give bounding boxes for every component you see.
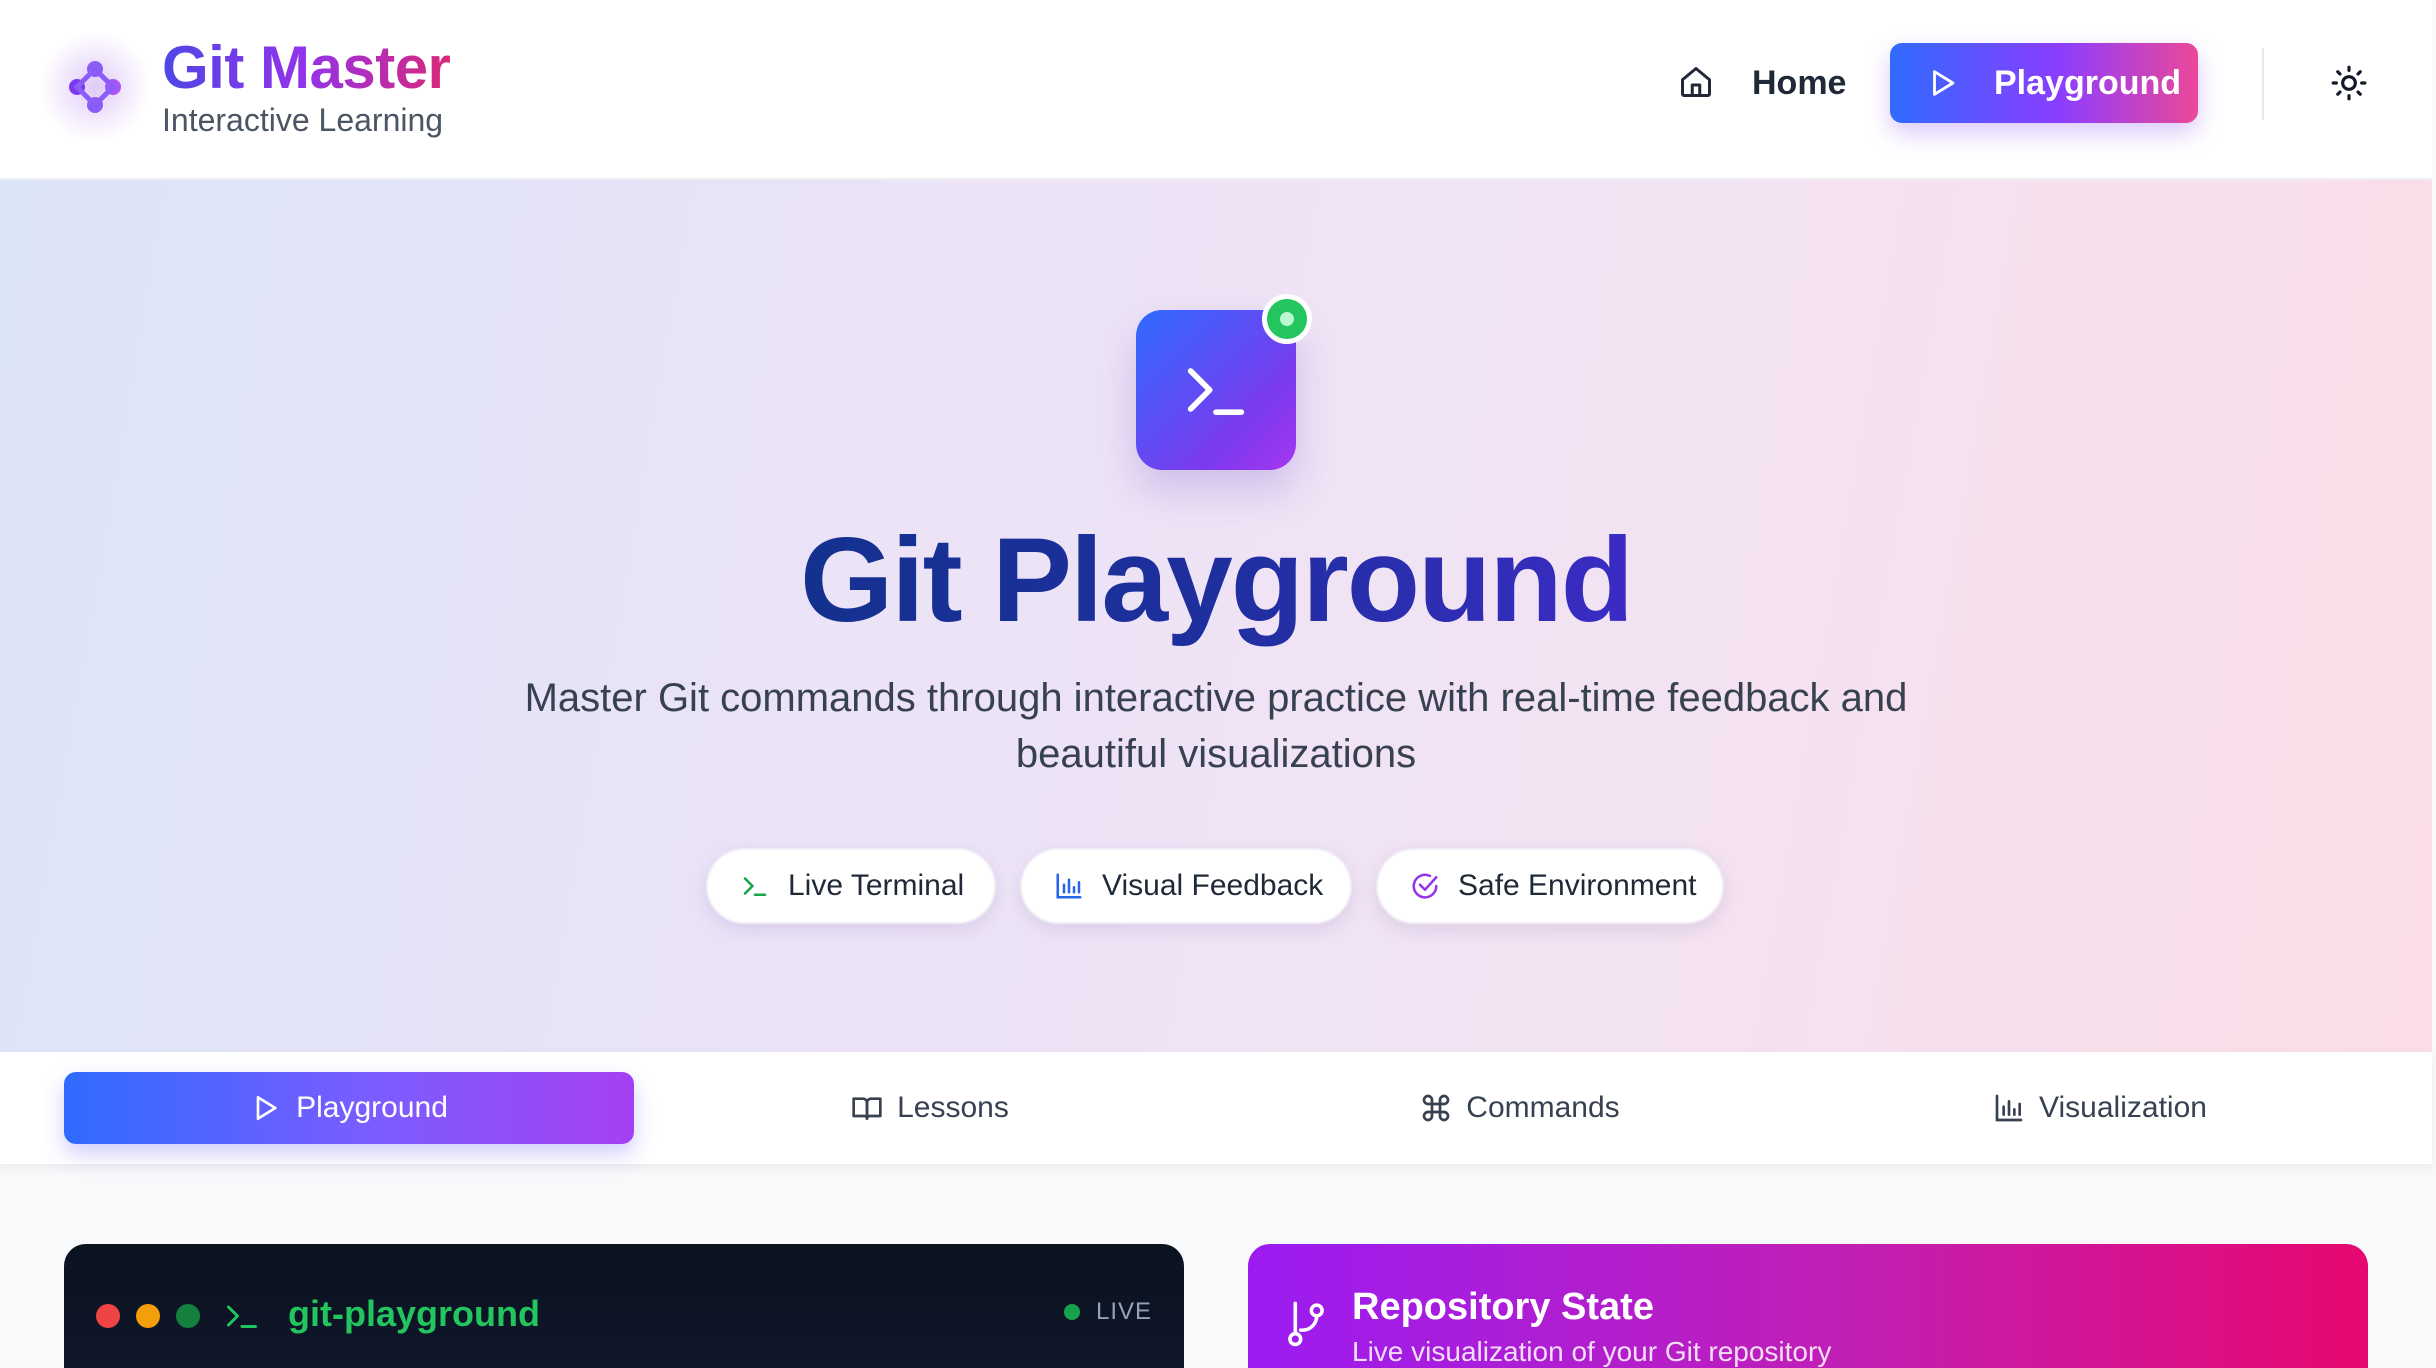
terminal-title: git-playground — [288, 1293, 540, 1334]
page-title: Git Playground — [799, 513, 1634, 647]
tab-playground[interactable]: Playground — [64, 1072, 634, 1144]
feature-chip-visual-feedback: Visual Feedback — [1020, 848, 1352, 924]
hero-icon-wrap — [1136, 294, 1312, 470]
nav-home-link[interactable]: Home — [1752, 60, 1846, 106]
app-header: Git Master Interactive Learning Home Pla… — [0, 0, 2432, 180]
tab-bar: Playground Lessons Commands Visualizatio… — [0, 1052, 2432, 1164]
feature-chip-safe-environment: Safe Environment — [1376, 848, 1724, 924]
repository-subtitle: Live visualization of your Git repositor… — [1352, 1336, 1832, 1367]
check-circle-icon — [1412, 873, 1438, 899]
nav-divider — [2262, 48, 2264, 120]
play-icon — [1933, 70, 1955, 96]
nav-playground-label: Playground — [1994, 63, 2182, 102]
feature-chips: Live Terminal Visual Feedback Safe Envir… — [0, 848, 2432, 924]
online-status-dot — [1262, 294, 1312, 344]
terminal-panel: git-playground LIVE — [64, 1244, 1184, 1368]
page: Git Master Interactive Learning Home Pla… — [0, 0, 2436, 1368]
terminal-icon — [743, 877, 767, 896]
bar-chart-icon — [1995, 1094, 2023, 1122]
window-maximize-dot — [176, 1304, 200, 1328]
window-minimize-dot — [136, 1304, 160, 1328]
command-icon — [1422, 1094, 1450, 1122]
repository-panel: Repository State Live visualization of y… — [1248, 1244, 2368, 1368]
hero-subtitle: Master Git commands through interactive … — [524, 676, 1908, 776]
hero-section: Git Playground Master Git commands throu… — [0, 180, 2432, 1052]
play-icon — [256, 1096, 277, 1120]
feature-chip-live-terminal: Live Terminal — [706, 848, 996, 924]
bar-chart-icon — [1056, 873, 1082, 899]
tab-visualization[interactable]: Visualization — [1950, 1072, 2250, 1144]
repository-title: Repository State — [1352, 1286, 1654, 1328]
book-icon — [852, 1097, 882, 1120]
tab-lessons[interactable]: Lessons — [800, 1072, 1060, 1144]
terminal-prompt-icon — [227, 1305, 257, 1328]
home-icon[interactable] — [1678, 64, 1714, 100]
live-status-dot — [1063, 1304, 1080, 1320]
top-nav: Home Playground — [0, 42, 2432, 124]
live-status: LIVE — [1063, 1298, 1152, 1326]
tab-commands[interactable]: Commands — [1370, 1072, 1670, 1144]
nav-playground-button[interactable]: Playground — [1890, 43, 2198, 123]
git-branch-icon — [1288, 1301, 1324, 1347]
sun-icon[interactable] — [2330, 64, 2368, 102]
window-close-dot — [96, 1304, 120, 1328]
